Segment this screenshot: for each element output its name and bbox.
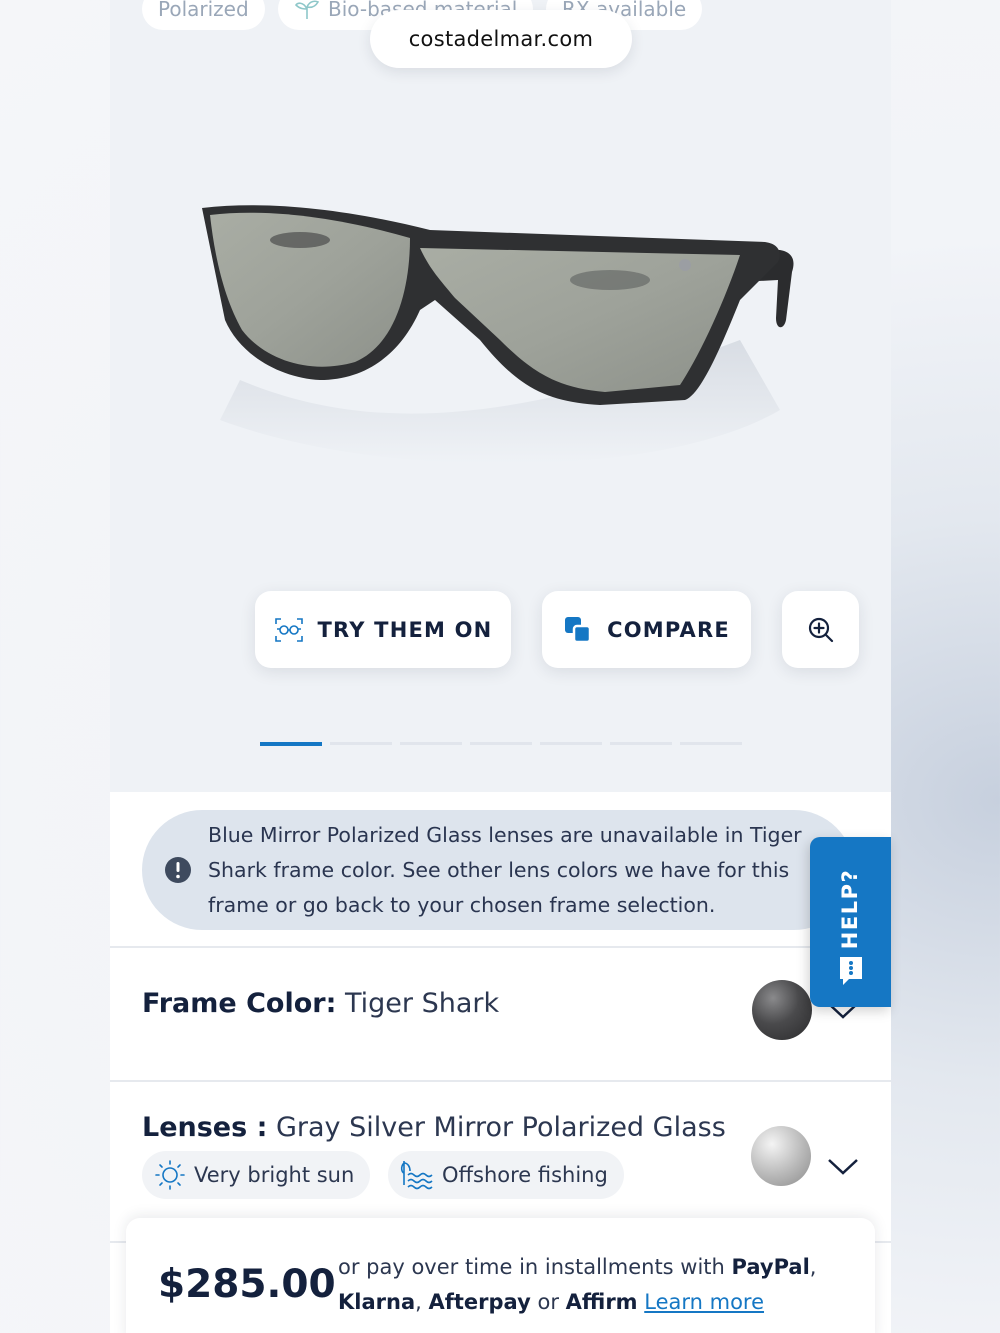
compare-icon — [565, 616, 592, 643]
try-them-on-button[interactable]: TRY THEM ON — [255, 591, 511, 668]
zoom-in-icon — [808, 617, 833, 642]
face-scan-glasses-icon — [274, 617, 303, 642]
sun-icon — [155, 1160, 185, 1190]
lens-unavailable-notice: Blue Mirror Polarized Glass lenses are u… — [142, 810, 854, 930]
chat-icon — [840, 957, 862, 985]
browser-url-bar[interactable]: costadelmar.com — [370, 10, 632, 68]
lens-color-swatch[interactable] — [751, 1126, 811, 1186]
tag-offshore-fishing: Offshore fishing — [388, 1151, 624, 1199]
learn-more-link[interactable]: Learn more — [644, 1290, 764, 1314]
carousel-dot[interactable] — [260, 742, 322, 746]
product-hero: Polarized Bio-based material RX availabl… — [110, 0, 891, 792]
divider — [110, 946, 891, 948]
chevron-down-icon[interactable] — [826, 1156, 860, 1176]
product-price: $285.00 — [158, 1262, 336, 1307]
leaf-icon — [295, 0, 320, 19]
compare-button[interactable]: COMPARE — [542, 591, 751, 668]
product-page: Polarized Bio-based material RX availabl… — [110, 0, 891, 1333]
sunglasses-product-image[interactable] — [180, 180, 820, 500]
divider — [110, 1080, 891, 1082]
carousel-dot[interactable] — [610, 742, 672, 745]
zoom-button[interactable] — [782, 591, 859, 668]
tag-very-bright-sun: Very bright sun — [142, 1151, 371, 1199]
notice-text: Blue Mirror Polarized Glass lenses are u… — [208, 822, 802, 917]
carousel-dot[interactable] — [680, 742, 742, 745]
lenses-label: Lenses : Gray Silver Mirror Polarized Gl… — [142, 1112, 726, 1143]
carousel-dot[interactable] — [400, 742, 462, 745]
carousel-indicator[interactable] — [260, 742, 742, 746]
price-card: $285.00 or pay over time in installments… — [126, 1218, 875, 1333]
carousel-dot[interactable] — [470, 742, 532, 745]
installment-text: or pay over time in installments with Pa… — [338, 1255, 817, 1314]
help-button[interactable]: HELP? — [810, 837, 891, 1007]
waves-icon — [400, 1161, 433, 1190]
carousel-dot[interactable] — [330, 742, 392, 745]
frame-color-label: Frame Color: Tiger Shark — [142, 988, 500, 1019]
feature-chip-polarized: Polarized — [142, 0, 265, 30]
carousel-dot[interactable] — [540, 742, 602, 745]
frame-color-swatch[interactable] — [752, 980, 812, 1040]
alert-icon — [165, 857, 191, 883]
